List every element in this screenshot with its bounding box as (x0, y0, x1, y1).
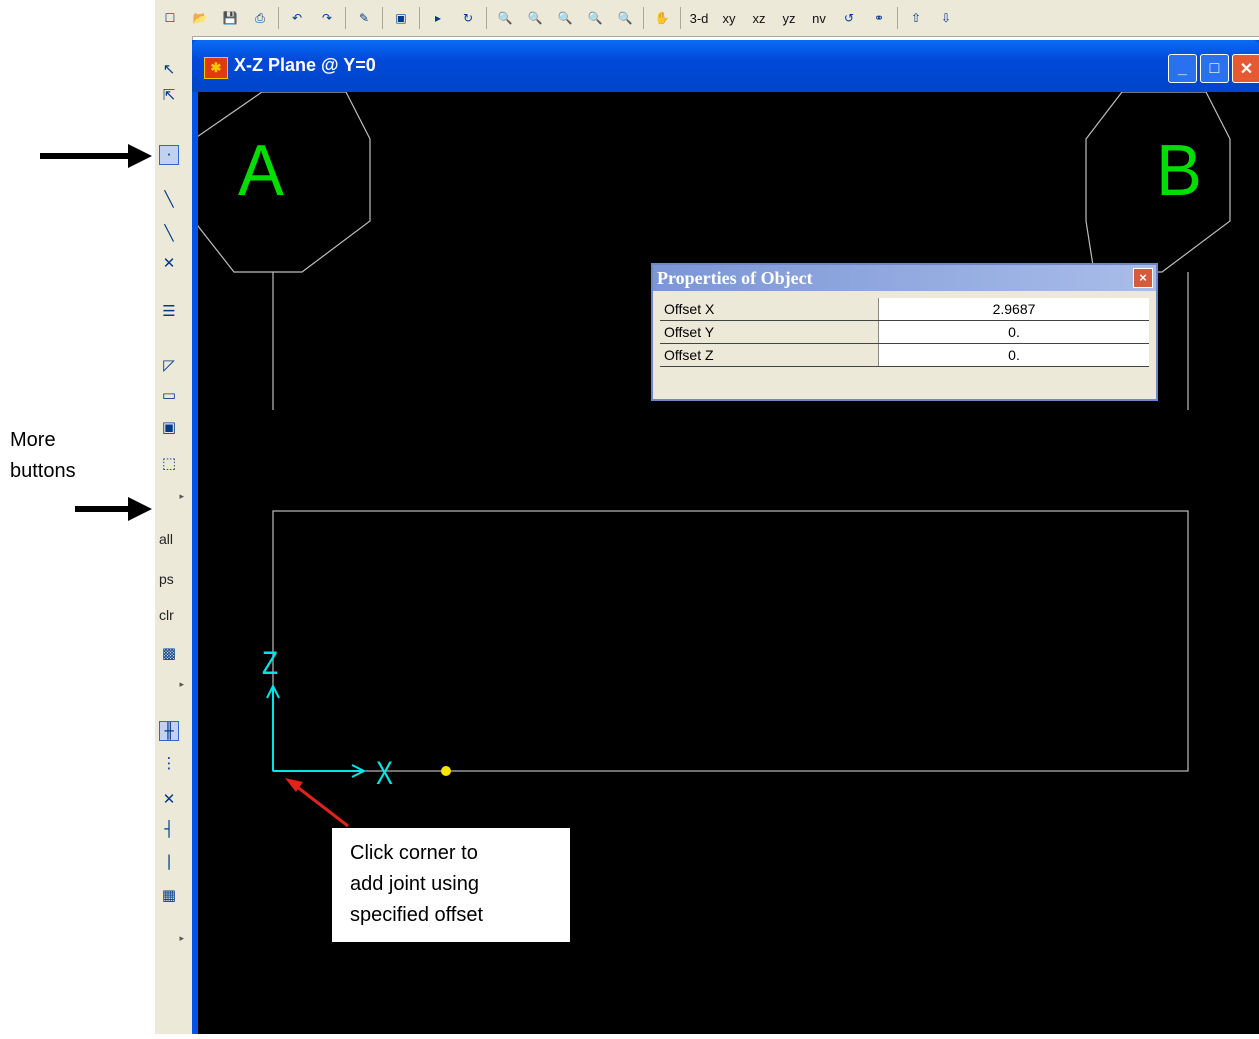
snap-intersections-icon[interactable]: ✕ (155, 786, 192, 812)
undo-icon[interactable]: ↶ (286, 6, 308, 30)
z-axis-label: Z (262, 645, 278, 681)
maximize-button[interactable]: □ (1200, 54, 1229, 83)
quick-draw-area-icon[interactable]: ▣ (155, 414, 192, 440)
properties-dialog-title: Properties of Object (657, 268, 813, 288)
quick-draw-braces-icon[interactable]: ✕ (155, 250, 192, 276)
reshaper-icon[interactable]: ⇱ (155, 82, 192, 108)
callout-line1: Click corner to (350, 842, 478, 864)
clear-selection-button[interactable]: clr (155, 602, 192, 628)
view-yz-button[interactable]: yz (778, 6, 800, 30)
select-all-button[interactable]: all (155, 526, 192, 552)
more-buttons-chevron-icon[interactable]: ▸ (155, 678, 192, 692)
snap-fine-grid-icon[interactable]: ▦ (155, 882, 192, 908)
draw-joint-icon[interactable]: · (155, 142, 192, 168)
offset-z-label: Offset Z (660, 343, 879, 367)
properties-table: Offset X 2.9687 Offset Y 0. Offset Z 0. (660, 298, 1149, 367)
offset-z-field[interactable]: 0. (878, 343, 1149, 367)
toolbar-separator (897, 7, 898, 29)
new-model-icon[interactable]: ☐ (159, 6, 181, 30)
draw-poly-area-icon[interactable]: ◸ (155, 352, 192, 378)
minimize-button[interactable]: _ (1168, 54, 1197, 83)
intersecting-line-select-icon[interactable]: ▩ (155, 640, 192, 666)
redo-icon[interactable]: ↷ (316, 6, 338, 30)
more-buttons-annotation: More buttons (10, 425, 76, 487)
toolbar-separator (486, 7, 487, 29)
more-buttons-line1: More (10, 429, 56, 451)
grid-bubble-a (193, 91, 371, 273)
toolbar-separator (382, 7, 383, 29)
toolbar-separator (278, 7, 279, 29)
pointer-select-icon[interactable]: ↖ (155, 56, 192, 82)
frame-outline (272, 510, 1189, 772)
pencil-icon[interactable]: ✎ (353, 6, 375, 30)
x-axis-label: X (376, 755, 393, 791)
snap-lines-icon[interactable]: | (155, 848, 192, 874)
zoom-previous-icon[interactable]: 🔍 (584, 6, 606, 30)
offset-x-label: Offset X (660, 298, 879, 321)
table-row: Offset X 2.9687 (660, 298, 1149, 321)
grid-label-b: B (1156, 131, 1202, 211)
print-icon[interactable]: ⎙ (249, 6, 271, 30)
snap-joints-icon[interactable]: ╫ (155, 718, 192, 744)
more-buttons-chevron-icon[interactable]: ▸ (155, 932, 192, 946)
window-title: X-Z Plane @ Y=0 (234, 55, 376, 75)
zoom-window-icon[interactable]: 🔍 (494, 6, 516, 30)
lock-model-icon[interactable]: ▣ (390, 6, 412, 30)
callout-line2: add joint using (350, 873, 479, 895)
toolbar-separator (345, 7, 346, 29)
quick-draw-frame-icon[interactable]: ╲ (155, 220, 192, 246)
save-icon[interactable]: 💾 (219, 6, 241, 30)
run-icon[interactable]: ▸ (427, 6, 449, 30)
toolbar-separator (680, 7, 681, 29)
zoom-out-icon[interactable]: 🔍 (554, 6, 576, 30)
open-folder-icon[interactable]: 📂 (189, 6, 211, 30)
offset-y-label: Offset Y (660, 320, 879, 344)
draw-solid-icon[interactable]: ⬚ (155, 450, 192, 476)
offset-y-field[interactable]: 0. (878, 320, 1149, 344)
more-buttons-line2: buttons (10, 460, 76, 482)
arrow-to-more-buttons-head (128, 497, 152, 521)
move-down-icon[interactable]: ⇩ (935, 6, 957, 30)
grid-label-a: A (238, 131, 284, 211)
table-row: Offset Y 0. (660, 320, 1149, 344)
refresh-icon[interactable]: ↻ (457, 6, 479, 30)
view-3d-button[interactable]: 3-d (688, 6, 710, 30)
callout-box: Click corner to add joint using specifie… (331, 827, 571, 943)
zoom-full-icon[interactable]: 🔍 (614, 6, 636, 30)
arrow-to-joint-button-head (128, 144, 152, 168)
offset-x-field[interactable]: 2.9687 (878, 298, 1149, 321)
more-buttons-chevron-icon[interactable]: ▸ (155, 490, 192, 504)
snap-perpendicular-icon[interactable]: ┤ (155, 816, 192, 842)
toolbar-separator (419, 7, 420, 29)
callout-line3: specified offset (350, 904, 484, 926)
perspective-icon[interactable]: ⚭ (868, 6, 890, 30)
draw-rect-area-icon[interactable]: ▭ (155, 382, 192, 408)
rotate-icon[interactable]: ↺ (838, 6, 860, 30)
window-titlebar[interactable]: ✱ X-Z Plane @ Y=0 _ □ ✕ (192, 40, 1259, 92)
toolbar-separator (643, 7, 644, 29)
pan-icon[interactable]: ✋ (651, 6, 673, 30)
properties-close-button[interactable]: × (1133, 268, 1153, 288)
added-joint[interactable] (441, 766, 451, 776)
table-row: Offset Z 0. (660, 343, 1149, 367)
draw-frame-icon[interactable]: ╲ (155, 186, 192, 212)
properties-dialog-titlebar[interactable]: Properties of Object × (653, 265, 1156, 291)
draw-toolbar: ↖ ⇱ · ╲ ╲ ✕ ☰ ◸ ▭ ▣ ⬚ ▸ all ps clr ▩ ▸ ╫… (155, 36, 193, 1034)
previous-selection-button[interactable]: ps (155, 566, 192, 592)
view-xy-button[interactable]: xy (718, 6, 740, 30)
properties-dialog: Properties of Object × Offset X 2.9687 O… (651, 263, 1158, 401)
view-nv-button[interactable]: nv (808, 6, 830, 30)
zoom-in-icon[interactable]: 🔍 (524, 6, 546, 30)
main-toolbar: ☐ 📂 💾 ⎙ ↶ ↷ ✎ ▣ ▸ ↻ 🔍 🔍 🔍 🔍 🔍 ✋ 3-d xy x… (155, 0, 1259, 37)
close-button[interactable]: ✕ (1232, 54, 1259, 83)
view-xz-button[interactable]: xz (748, 6, 770, 30)
snap-midpoints-icon[interactable]: ⋮ (155, 750, 192, 776)
draw-section-cut-icon[interactable]: ☰ (155, 298, 192, 324)
app-logo-icon: ✱ (204, 57, 228, 79)
move-up-icon[interactable]: ⇧ (905, 6, 927, 30)
